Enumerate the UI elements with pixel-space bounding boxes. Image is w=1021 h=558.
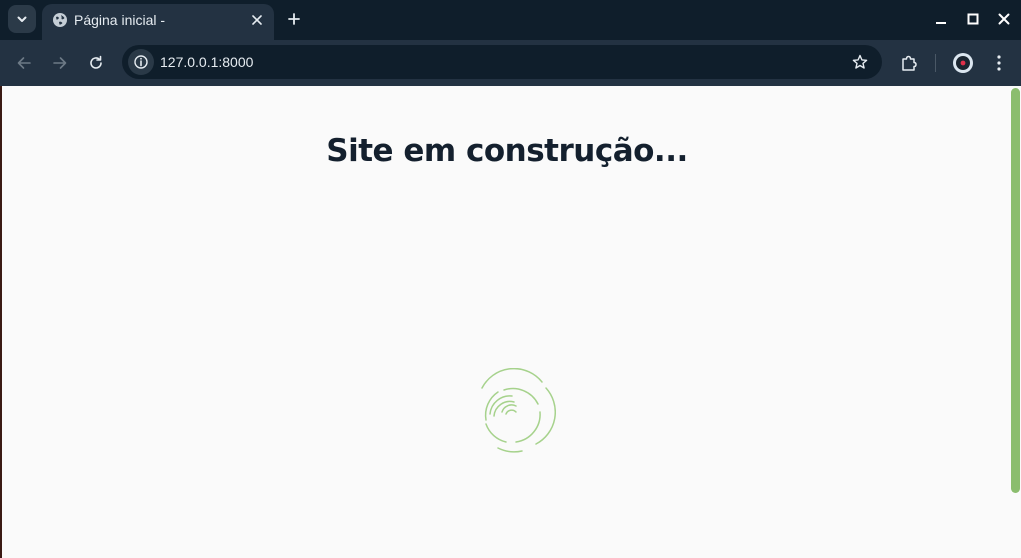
reload-icon: [90, 55, 102, 69]
tab-title: Página inicial -: [74, 12, 166, 28]
close-window-button[interactable]: [993, 8, 1015, 30]
page-viewport: Site em construção...: [2, 86, 1021, 558]
address-bar[interactable]: 127.0.0.1:8000: [122, 45, 882, 79]
toolbar-divider: [935, 54, 936, 72]
kebab-menu-icon: [997, 55, 1001, 71]
close-tab-button[interactable]: [248, 11, 266, 29]
info-icon: [134, 55, 148, 69]
minimize-button[interactable]: [930, 8, 952, 30]
puzzle-icon: [902, 55, 917, 71]
scrollbar-thumb[interactable]: [1011, 88, 1020, 493]
minimize-icon: [936, 22, 946, 24]
tab-active[interactable]: Página inicial -: [42, 4, 274, 40]
bookmark-button[interactable]: [850, 52, 870, 72]
chevron-down-icon: [17, 16, 27, 22]
scrollbar[interactable]: [1009, 86, 1021, 558]
browser-menu-button[interactable]: [987, 51, 1011, 75]
maximize-button[interactable]: [962, 8, 984, 30]
plus-icon: [288, 13, 300, 25]
back-button[interactable]: [12, 51, 36, 75]
star-icon: [852, 54, 868, 69]
reload-button[interactable]: [84, 51, 108, 75]
forward-button[interactable]: [48, 51, 72, 75]
close-icon: [998, 13, 1010, 25]
globe-icon: [53, 13, 67, 27]
spinner-icon: [481, 368, 556, 453]
profile-button[interactable]: [951, 51, 975, 75]
avatar-icon: [953, 53, 973, 73]
close-icon: [252, 15, 262, 25]
browser-window: Página inicial - 127.0.0.1:8000 Site em …: [0, 0, 1021, 558]
tab-search-button[interactable]: [8, 5, 36, 33]
site-info-button[interactable]: [128, 49, 154, 75]
new-tab-button[interactable]: [283, 8, 305, 30]
url-text[interactable]: 127.0.0.1:8000: [160, 53, 253, 71]
maximize-icon: [967, 13, 979, 25]
arrow-left-icon: [17, 57, 31, 69]
browser-toolbar: 127.0.0.1:8000: [0, 40, 1021, 86]
tab-strip: Página inicial -: [0, 0, 1021, 40]
page-title: Site em construção...: [326, 132, 688, 169]
extensions-button[interactable]: [897, 51, 921, 75]
arrow-right-icon: [53, 57, 67, 69]
